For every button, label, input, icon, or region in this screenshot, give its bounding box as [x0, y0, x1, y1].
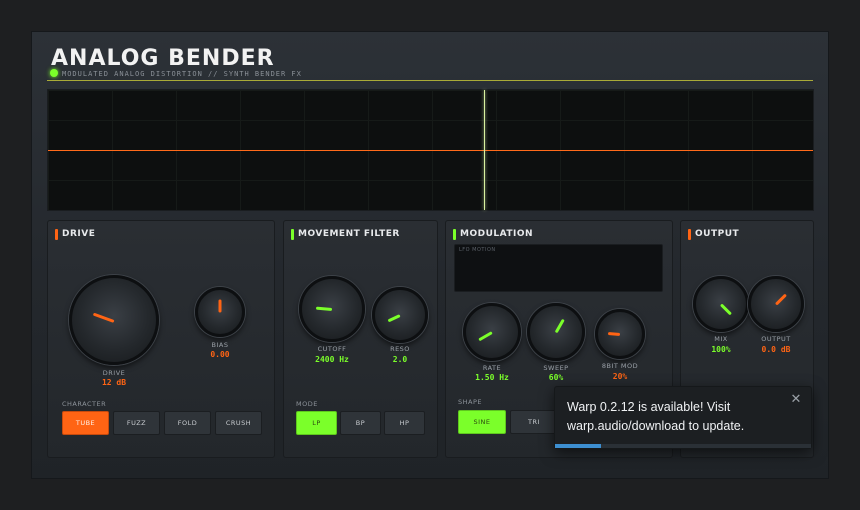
modulation-panel-title: MODULATION	[460, 229, 534, 239]
plugin-subtitle: MODULATED ANALOG DISTORTION // SYNTH BEN…	[62, 70, 302, 78]
character-crush-button[interactable]: CRUSH	[215, 411, 262, 435]
update-toast-message: Warp 0.2.12 is available! Visit warp.aud…	[567, 400, 745, 433]
output-gain-knob-pointer	[774, 293, 787, 306]
modulation-indicator-icon	[453, 228, 456, 240]
cutoff-knob-value: 2400 Hz	[315, 355, 349, 364]
rate-knob[interactable]	[463, 303, 521, 361]
bitmod-knob-value: 20%	[612, 372, 628, 381]
mode-lp-button[interactable]: LP	[296, 411, 337, 435]
scope-playhead-line	[484, 90, 485, 210]
toast-progress-bar	[555, 444, 602, 448]
output-gain-knob-value: 0.0 dB	[761, 345, 791, 354]
shape-tri-button[interactable]: TRI	[510, 410, 558, 434]
mix-knob-value: 100%	[711, 345, 731, 354]
mix-knob[interactable]	[693, 276, 749, 332]
sweep-knob[interactable]	[527, 303, 585, 361]
drive-panel-title: DRIVE	[62, 229, 96, 239]
title-divider	[47, 80, 813, 81]
rate-knob-label: RATE	[482, 364, 502, 372]
mode-bp-button[interactable]: BP	[340, 411, 381, 435]
filter-panel: MOVEMENT FILTER CUTOFF 2400 Hz RESO 2.0 …	[283, 220, 438, 458]
sweep-knob-value: 60%	[548, 373, 564, 382]
drive-panel-header: DRIVE	[55, 228, 95, 240]
output-indicator-icon	[688, 228, 691, 240]
lfo-display: LFO MOTION	[454, 244, 663, 292]
mix-knob-pointer	[719, 303, 732, 316]
bias-knob[interactable]	[195, 287, 245, 337]
filter-panel-header: MOVEMENT FILTER	[291, 228, 400, 240]
mix-knob-label: MIX	[714, 335, 728, 343]
mode-label: MODE	[296, 400, 318, 408]
oscilloscope-display	[47, 89, 814, 211]
output-gain-knob-label: OUTPUT	[761, 335, 791, 343]
reso-knob-value: 2.0	[392, 355, 408, 364]
reso-knob-label: RESO	[390, 345, 410, 353]
close-icon[interactable]: ✕	[789, 393, 803, 407]
output-gain-knob[interactable]	[748, 276, 804, 332]
shape-sine-button[interactable]: SINE	[458, 410, 506, 434]
drive-knob-label: DRIVE	[102, 369, 126, 377]
drive-knob-value: 12 dB	[101, 378, 127, 387]
bitmod-knob-label: 8BIT MOD	[601, 362, 639, 370]
drive-indicator-icon	[55, 228, 58, 240]
filter-panel-title: MOVEMENT FILTER	[298, 229, 400, 239]
rate-knob-pointer	[478, 331, 493, 342]
power-led-icon	[50, 69, 58, 77]
character-label: CHARACTER	[62, 400, 107, 408]
cutoff-knob-label: CUTOFF	[317, 345, 347, 353]
bias-knob-value: 0.00	[210, 350, 230, 359]
sweep-knob-label: SWEEP	[543, 364, 569, 372]
update-toast: Warp 0.2.12 is available! Visit warp.aud…	[554, 386, 812, 449]
drive-knob-pointer	[92, 312, 115, 323]
reso-knob[interactable]	[372, 287, 428, 343]
rate-knob-value: 1.50 Hz	[475, 373, 509, 382]
shape-label: SHAPE	[458, 398, 482, 406]
scope-waveform-line	[48, 150, 813, 151]
bitmod-knob-pointer	[607, 331, 621, 336]
drive-panel: DRIVE DRIVE 12 dB BIAS 0.00 CHARACTER TU…	[47, 220, 275, 458]
reso-knob-pointer	[387, 314, 401, 323]
character-tube-button[interactable]: TUBE	[62, 411, 109, 435]
filter-indicator-icon	[291, 228, 294, 240]
output-panel-title: OUTPUT	[695, 229, 740, 239]
lfo-display-label: LFO MOTION	[459, 247, 496, 253]
sweep-knob-pointer	[554, 318, 565, 334]
bitmod-knob[interactable]	[595, 309, 645, 359]
drive-knob[interactable]	[69, 275, 159, 365]
mode-hp-button[interactable]: HP	[384, 411, 425, 435]
toast-progress-track	[555, 444, 811, 448]
bias-knob-pointer	[218, 299, 222, 313]
character-fold-button[interactable]: FOLD	[164, 411, 211, 435]
plugin-title: ANALOG BENDER	[51, 46, 275, 71]
cutoff-knob-pointer	[315, 306, 333, 311]
modulation-panel-header: MODULATION	[453, 228, 533, 240]
output-panel-header: OUTPUT	[688, 228, 739, 240]
bias-knob-label: BIAS	[211, 341, 229, 349]
cutoff-knob[interactable]	[299, 276, 365, 342]
character-fuzz-button[interactable]: FUZZ	[113, 411, 160, 435]
